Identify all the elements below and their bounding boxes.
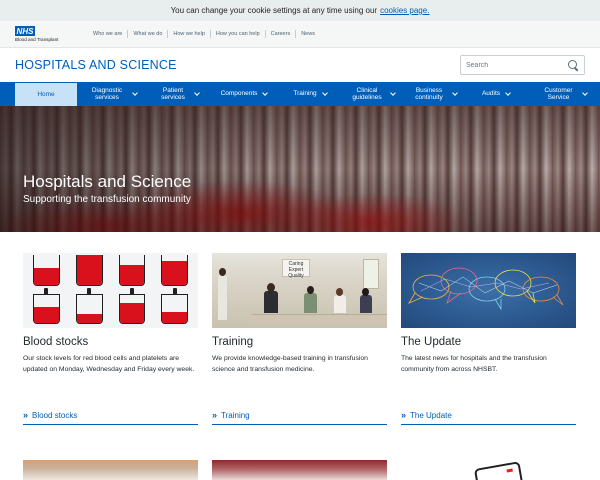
card-training: Caring Expert Quality Training We provid… <box>212 253 387 425</box>
chevron-down-icon <box>505 90 511 96</box>
hero-title: Hospitals and Science <box>23 172 192 191</box>
nav-item-customer-service[interactable]: Customer Service <box>527 82 600 106</box>
card-description: The latest news for hospitals and the tr… <box>401 355 547 373</box>
nhsbt-logo[interactable]: NHS Blood and Transplant <box>15 26 79 42</box>
chevron-down-icon <box>194 90 200 96</box>
speech-bubbles-network-illustration <box>408 267 564 311</box>
nav-item-training[interactable]: Training <box>279 82 341 106</box>
the-update-link[interactable]: » The Update <box>401 410 576 425</box>
nav-item-diagnostic-services[interactable]: Diagnostic services <box>77 82 147 106</box>
training-link[interactable]: » Training <box>212 410 387 425</box>
blood-bag-icon <box>118 293 146 324</box>
chevron-down-icon <box>132 90 138 96</box>
training-table <box>252 314 387 322</box>
handheld-device-icon <box>473 461 525 480</box>
chevron-down-icon <box>262 90 269 96</box>
nav-item-components[interactable]: Components <box>209 82 279 106</box>
training-whiteboard: Caring Expert Quality <box>282 259 310 279</box>
presenter-head <box>219 268 226 276</box>
attendee-figure <box>304 293 317 313</box>
presenter-figure <box>218 275 227 320</box>
search-icon[interactable] <box>567 59 579 71</box>
site-header: HOSPITALS AND SCIENCE <box>0 48 600 82</box>
hero-subtitle: Supporting the transfusion community <box>23 194 191 205</box>
cookie-banner-text: You can change your cookie settings at a… <box>170 6 378 15</box>
main-nav: Home Diagnostic services Patient service… <box>0 82 600 106</box>
utility-link-news[interactable]: News <box>295 30 320 38</box>
blood-stocks-image[interactable] <box>23 253 198 328</box>
nav-item-label: Components <box>220 90 258 98</box>
attendee-figure <box>360 295 372 313</box>
site-title[interactable]: HOSPITALS AND SCIENCE <box>15 58 177 72</box>
utility-link-who-we-are[interactable]: Who we are <box>93 30 127 38</box>
nhs-logo-badge: NHS <box>15 26 35 36</box>
training-window <box>363 259 379 289</box>
nav-item-clinical-guidelines[interactable]: Clinical guidelines <box>341 82 403 106</box>
nav-item-home[interactable]: Home <box>15 83 77 106</box>
hero-image-blood-bags <box>0 106 600 232</box>
nav-item-business-continuity[interactable]: Business continuity <box>403 82 465 106</box>
secondary-cards <box>0 425 600 480</box>
nav-item-audits[interactable]: Audits <box>465 82 527 106</box>
blood-bag-icon <box>33 293 60 324</box>
attendee-figure <box>264 291 278 313</box>
card-description: Our stock levels for red blood cells and… <box>23 355 195 373</box>
utility-link-careers[interactable]: Careers <box>264 30 296 38</box>
blood-bag-icon <box>161 293 188 324</box>
cookies-page-link[interactable]: cookies page. <box>380 6 429 15</box>
blood-bag-icon <box>161 255 188 286</box>
nav-item-label: Clinical guidelines <box>352 86 382 102</box>
cookie-banner: You can change your cookie settings at a… <box>0 0 600 21</box>
nav-item-label: Patient services <box>161 86 185 102</box>
nav-item-patient-services[interactable]: Patient services <box>147 82 209 106</box>
nav-item-label: Home <box>37 90 55 98</box>
utility-bar: NHS Blood and Transplant Who we are What… <box>0 21 600 48</box>
nav-item-label: Audits <box>481 90 501 98</box>
logo-text: Blood and Transplant <box>15 37 59 42</box>
blood-bag-icon <box>75 293 103 324</box>
blood-stocks-link[interactable]: » Blood stocks <box>23 410 198 425</box>
double-chevron-right-icon: » <box>23 410 29 420</box>
utility-link-how-you-can-help[interactable]: How you can help <box>209 30 265 38</box>
card-description: We provide knowledge-based training in t… <box>212 355 368 373</box>
card-link-label: Training <box>221 410 250 420</box>
utility-links: Who we are What we do How we help How yo… <box>93 30 320 38</box>
attendee-head <box>307 286 314 294</box>
blood-components-image[interactable] <box>212 460 387 480</box>
lab-scientist-image[interactable] <box>23 460 198 480</box>
training-image[interactable]: Caring Expert Quality <box>212 253 387 328</box>
nav-item-label: Training <box>293 90 317 98</box>
nav-item-label: Customer Service <box>544 86 573 102</box>
nav-item-label: Diagnostic services <box>91 86 123 102</box>
attendee-head <box>336 288 343 296</box>
double-chevron-right-icon: » <box>401 410 407 420</box>
chevron-down-icon <box>452 90 458 96</box>
feature-cards: Blood stocks Our stock levels for red bl… <box>0 232 600 425</box>
blood-bag-icon <box>33 255 60 286</box>
blood-bag-icon <box>118 255 146 286</box>
chevron-down-icon <box>581 90 588 96</box>
device-illustration-image[interactable] <box>401 460 576 480</box>
card-blood-stocks: Blood stocks Our stock levels for red bl… <box>23 253 198 425</box>
search-box <box>460 55 585 75</box>
attendee-head <box>362 288 369 296</box>
hero-banner: Hospitals and Science Supporting the tra… <box>0 106 600 232</box>
attendee-figure <box>334 295 346 313</box>
nav-item-label: Business continuity <box>415 86 443 102</box>
chevron-down-icon <box>390 90 396 96</box>
utility-link-how-we-help[interactable]: How we help <box>167 30 210 38</box>
the-update-image[interactable] <box>401 253 576 328</box>
card-title[interactable]: Training <box>212 336 387 348</box>
double-chevron-right-icon: » <box>212 410 218 420</box>
blood-bag-icon <box>75 255 103 286</box>
card-the-update: The Update The latest news for hospitals… <box>401 253 576 425</box>
search-input[interactable] <box>466 61 561 69</box>
card-link-label: Blood stocks <box>32 410 78 420</box>
utility-link-what-we-do[interactable]: What we do <box>127 30 167 38</box>
card-title[interactable]: The Update <box>401 336 576 348</box>
card-link-label: The Update <box>410 410 452 420</box>
chevron-down-icon <box>321 90 328 96</box>
attendee-head <box>267 283 275 292</box>
card-title[interactable]: Blood stocks <box>23 336 198 348</box>
